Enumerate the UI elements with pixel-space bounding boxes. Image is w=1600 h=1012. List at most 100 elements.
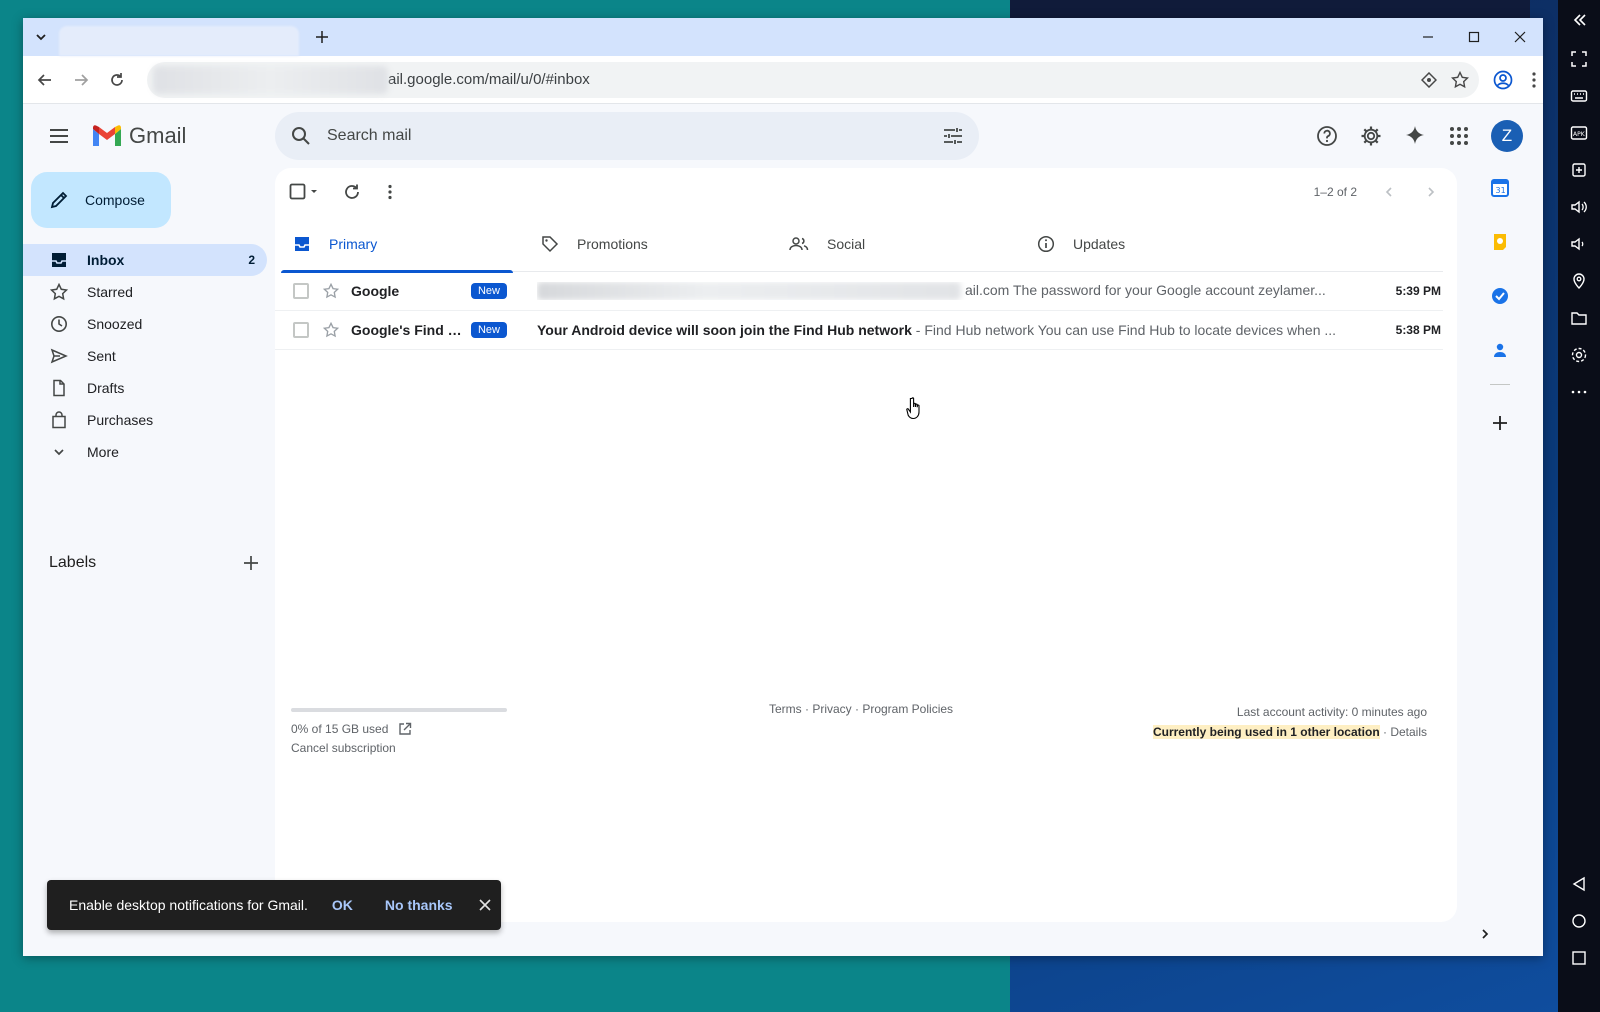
keyboard-icon[interactable] [1561, 77, 1597, 114]
refresh-icon[interactable] [343, 176, 361, 208]
folder-icon[interactable] [1561, 299, 1597, 336]
android-home-icon[interactable] [1561, 902, 1597, 939]
browser-tab[interactable] [59, 26, 299, 56]
newer-chevron-right-icon[interactable] [1425, 186, 1437, 198]
sidebar-item-sent[interactable]: Sent [23, 340, 267, 372]
email-sender: Google's Find Hub [351, 322, 463, 338]
cancel-subscription-link[interactable]: Cancel subscription [291, 741, 396, 755]
keep-icon[interactable] [1480, 222, 1520, 262]
show-side-panel-chevron-icon[interactable] [1479, 928, 1491, 940]
main-menu-icon[interactable] [35, 112, 83, 160]
profile-icon[interactable] [1493, 70, 1513, 90]
maximize-icon[interactable] [1451, 18, 1497, 56]
more-horizontal-icon[interactable] [1561, 373, 1597, 410]
extension-icon[interactable] [1421, 71, 1437, 88]
tab-search-icon[interactable] [23, 18, 59, 56]
gemini-sparkle-icon[interactable] [1395, 116, 1435, 156]
account-avatar[interactable]: Z [1491, 120, 1523, 152]
tab-promotions[interactable]: Promotions [529, 216, 777, 272]
search-icon[interactable] [275, 126, 327, 146]
close-window-icon[interactable] [1497, 18, 1543, 56]
background-window-titlebar [1010, 0, 1530, 18]
send-icon [49, 347, 69, 365]
help-icon[interactable] [1307, 116, 1347, 156]
tab-label: Promotions [577, 236, 648, 252]
sidebar-item-label: Starred [87, 284, 133, 300]
apps-grid-icon[interactable] [1439, 116, 1479, 156]
emulator-settings-icon[interactable] [1561, 336, 1597, 373]
browser-menu-icon[interactable] [1531, 71, 1537, 89]
row-checkbox[interactable] [293, 322, 309, 338]
tab-updates[interactable]: Updates [1025, 216, 1273, 272]
search-options-icon[interactable] [927, 127, 979, 145]
browser-window: ail.google.com/mail/u/0/#inbox Gmail Sea… [23, 18, 1543, 956]
minimize-icon[interactable] [1405, 18, 1451, 56]
calendar-icon[interactable]: 31 [1480, 168, 1520, 208]
sidebar-item-purchases[interactable]: Purchases [23, 404, 267, 436]
sidebar-item-starred[interactable]: Starred [23, 276, 267, 308]
star-icon[interactable] [323, 322, 339, 338]
sidebar-item-drafts[interactable]: Drafts [23, 372, 267, 404]
sidebar-item-label: More [87, 444, 119, 460]
url-redacted [153, 65, 388, 94]
contacts-icon[interactable] [1480, 330, 1520, 370]
apk-icon[interactable]: APK [1561, 114, 1597, 151]
new-badge: New [471, 322, 507, 338]
chevron-down-icon [49, 445, 69, 459]
sidebar-item-snoozed[interactable]: Snoozed [23, 308, 267, 340]
sidebar-item-label: Inbox [87, 252, 125, 268]
external-link-icon[interactable] [398, 722, 412, 736]
redacted-text [537, 282, 961, 301]
android-recents-icon[interactable] [1561, 939, 1597, 976]
settings-gear-icon[interactable] [1351, 116, 1391, 156]
tab-social[interactable]: Social [777, 216, 1025, 272]
table-row[interactable]: Google's Find Hub New Your Android devic… [275, 311, 1443, 350]
sidebar-item-inbox[interactable]: Inbox 2 [23, 244, 267, 276]
older-chevron-left-icon[interactable] [1383, 186, 1395, 198]
reload-icon[interactable] [101, 64, 133, 96]
close-icon[interactable] [479, 899, 491, 911]
add-window-icon[interactable] [1561, 151, 1597, 188]
star-icon [49, 283, 69, 301]
nav-list: Inbox 2 Starred Snoozed Sent Drafts Purc… [23, 244, 267, 468]
compose-label: Compose [85, 192, 145, 208]
clock-icon [49, 315, 69, 333]
pager: 1–2 of 2 [1314, 168, 1437, 216]
bookmark-star-icon[interactable] [1451, 70, 1469, 89]
volume-up-icon[interactable] [1561, 188, 1597, 225]
forward-arrow-icon[interactable] [65, 64, 97, 96]
get-addons-plus-icon[interactable] [1480, 403, 1520, 443]
more-vertical-icon[interactable] [387, 176, 393, 208]
volume-down-icon[interactable] [1561, 225, 1597, 262]
back-arrow-icon[interactable] [29, 64, 61, 96]
email-snippet: ail.com The password for your Google acc… [965, 281, 1326, 298]
row-checkbox[interactable] [293, 283, 309, 299]
details-link[interactable]: · Details [1380, 725, 1427, 739]
add-label-plus-icon[interactable] [243, 555, 259, 571]
gmail-header: Gmail Z [23, 104, 1543, 168]
android-back-icon[interactable] [1561, 865, 1597, 902]
gmail-logo[interactable]: Gmail [91, 123, 186, 149]
email-time: 5:38 PM [1395, 323, 1441, 337]
search-input[interactable] [327, 127, 927, 145]
collapse-icon[interactable] [1571, 0, 1587, 40]
gmail-app: Gmail Z Compos [23, 104, 1543, 956]
tasks-icon[interactable] [1480, 276, 1520, 316]
tag-icon [541, 235, 559, 253]
fullscreen-icon[interactable] [1561, 40, 1597, 77]
sidebar-item-more[interactable]: More [23, 436, 267, 468]
select-all-checkbox[interactable] [289, 176, 319, 208]
star-icon[interactable] [323, 283, 339, 299]
table-row[interactable]: Google New ail.com The password for your… [275, 272, 1443, 311]
snackbar-ok-button[interactable]: OK [332, 897, 353, 913]
policy-links[interactable]: Terms · Privacy · Program Policies [769, 702, 953, 716]
storage-info: 0% of 15 GB used [291, 722, 412, 736]
sidebar: Compose Inbox 2 Starred Snoozed Sent Dra… [23, 168, 275, 956]
info-icon [1037, 235, 1055, 253]
new-tab-plus-icon[interactable] [307, 22, 337, 52]
snackbar-no-thanks-button[interactable]: No thanks [385, 897, 453, 913]
location-icon[interactable] [1561, 262, 1597, 299]
address-bar[interactable]: ail.google.com/mail/u/0/#inbox [147, 61, 1479, 98]
tab-primary[interactable]: Primary [281, 216, 529, 273]
compose-button[interactable]: Compose [31, 172, 171, 228]
